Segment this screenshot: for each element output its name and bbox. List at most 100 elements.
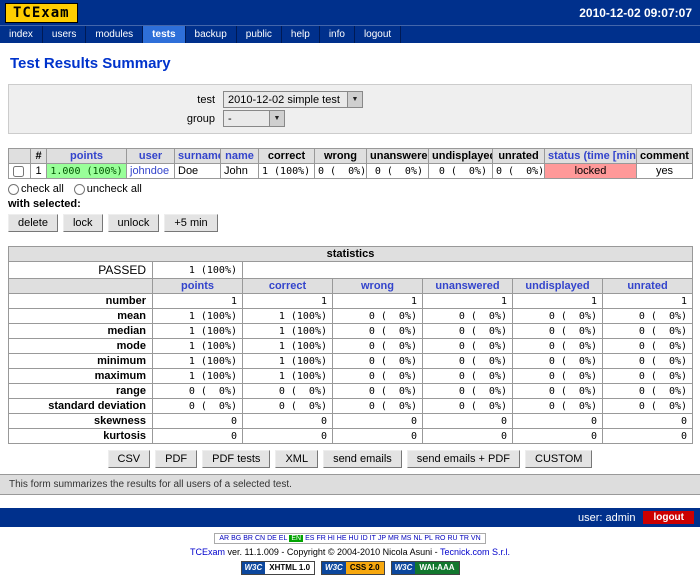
statistics-header-row: points correct wrong unanswered undispla… bbox=[9, 279, 693, 294]
column-header-surname[interactable]: surname bbox=[175, 149, 221, 164]
export-actions: CSV PDF PDF tests XML send emails send e… bbox=[8, 450, 692, 468]
result-surname-cell: Doe bbox=[175, 164, 221, 179]
column-header-undisplayed: undisplayed bbox=[429, 149, 493, 164]
tecnick-link[interactable]: Tecnick.com S.r.l. bbox=[440, 547, 510, 557]
results-header-row: # points user surname name correct wrong… bbox=[9, 149, 693, 164]
stat-value-cell: 1 (100%) bbox=[243, 339, 333, 354]
xml-button[interactable]: XML bbox=[275, 450, 318, 468]
send-emails-pdf-button[interactable]: send emails + PDF bbox=[407, 450, 520, 468]
nav-item-tests[interactable]: tests bbox=[143, 26, 185, 43]
stat-value-cell: 0 ( 0%) bbox=[333, 354, 423, 369]
language-link[interactable]: MR bbox=[388, 535, 399, 542]
stat-row: median 1 (100%) 1 (100%) 0 ( 0%) 0 ( 0%)… bbox=[9, 324, 693, 339]
custom-button[interactable]: CUSTOM bbox=[525, 450, 592, 468]
language-link[interactable]: IT bbox=[370, 535, 376, 542]
language-link[interactable]: CN bbox=[255, 535, 265, 542]
stat-value-cell: 0 ( 0%) bbox=[513, 384, 603, 399]
pdf-button[interactable]: PDF bbox=[155, 450, 197, 468]
nav-item-logout[interactable]: logout bbox=[355, 26, 401, 43]
tcexam-link[interactable]: TCExam bbox=[190, 547, 225, 557]
language-link[interactable]: MS bbox=[401, 535, 412, 542]
stat-value-cell: 0 ( 0%) bbox=[513, 369, 603, 384]
lock-button[interactable]: lock bbox=[63, 214, 103, 232]
page-footer: ARBGBRCNDEELENESFRHIHEHUIDITJPMRMSNLPLRO… bbox=[0, 527, 700, 579]
language-link[interactable]: EL bbox=[279, 535, 288, 542]
select-result-checkbox[interactable] bbox=[13, 166, 24, 177]
stat-row-label: mode bbox=[9, 339, 153, 354]
check-all-radio[interactable] bbox=[8, 184, 19, 195]
nav-item-backup[interactable]: backup bbox=[186, 26, 237, 43]
nav-item-users[interactable]: users bbox=[43, 26, 86, 43]
language-link[interactable]: HI bbox=[328, 535, 335, 542]
stat-row: skewness 0 0 0 0 0 0 bbox=[9, 414, 693, 429]
nav-item-modules[interactable]: modules bbox=[86, 26, 143, 43]
language-link[interactable]: AR bbox=[219, 535, 229, 542]
result-unrated-cell: 0 ( 0%) bbox=[493, 164, 545, 179]
stat-corner-cell bbox=[9, 279, 153, 294]
w3c-wai-badge[interactable]: W3CWAI-AAA bbox=[391, 561, 460, 575]
language-link[interactable]: JP bbox=[378, 535, 386, 542]
column-header-user[interactable]: user bbox=[127, 149, 175, 164]
nav-item-index[interactable]: index bbox=[0, 26, 43, 43]
language-link[interactable]: ID bbox=[361, 535, 368, 542]
column-header-correct: correct bbox=[259, 149, 315, 164]
stat-row-label: standard deviation bbox=[9, 399, 153, 414]
stat-row-label: minimum bbox=[9, 354, 153, 369]
send-emails-button[interactable]: send emails bbox=[323, 450, 402, 468]
chevron-down-icon: ▼ bbox=[347, 92, 362, 107]
stat-row: standard deviation 0 ( 0%) 0 ( 0%) 0 ( 0… bbox=[9, 399, 693, 414]
language-link[interactable]: TR bbox=[460, 535, 469, 542]
test-select[interactable]: 2010-12-02 simple test ▼ bbox=[223, 91, 363, 108]
language-link[interactable]: NL bbox=[413, 535, 422, 542]
tcexam-logo[interactable]: TCExam bbox=[5, 3, 78, 23]
test-select-value: 2010-12-02 simple test bbox=[224, 94, 347, 106]
check-controls: check all uncheck all bbox=[8, 183, 692, 195]
test-select-label: test bbox=[15, 94, 215, 106]
nav-item-info[interactable]: info bbox=[320, 26, 355, 43]
column-header-name[interactable]: name bbox=[221, 149, 259, 164]
language-link[interactable]: BR bbox=[243, 535, 253, 542]
language-link[interactable]: RO bbox=[435, 535, 446, 542]
w3c-logo: W3C bbox=[392, 562, 416, 574]
nav-item-help[interactable]: help bbox=[282, 26, 320, 43]
csv-button[interactable]: CSV bbox=[108, 450, 151, 468]
statistics-table: statistics PASSED 1 (100%) points correc… bbox=[8, 246, 693, 444]
language-link[interactable]: VN bbox=[471, 535, 481, 542]
uncheck-all-radio[interactable] bbox=[74, 184, 85, 195]
group-select[interactable]: - ▼ bbox=[223, 110, 285, 127]
language-link[interactable]: RU bbox=[447, 535, 457, 542]
stat-value-cell: 0 bbox=[243, 414, 333, 429]
uncheck-all-option[interactable]: uncheck all bbox=[74, 183, 142, 195]
column-header-comment: comment bbox=[637, 149, 693, 164]
nav-item-public[interactable]: public bbox=[237, 26, 282, 43]
stat-value-cell: 0 ( 0%) bbox=[603, 369, 693, 384]
language-link[interactable]: HU bbox=[349, 535, 359, 542]
language-link[interactable]: ES bbox=[305, 535, 314, 542]
select-column-header bbox=[9, 149, 31, 164]
language-link[interactable]: HE bbox=[337, 535, 347, 542]
stat-value-cell: 0 ( 0%) bbox=[333, 339, 423, 354]
w3c-xhtml-badge[interactable]: W3CXHTML 1.0 bbox=[241, 561, 316, 575]
w3c-css-badge[interactable]: W3CCSS 2.0 bbox=[321, 561, 385, 575]
column-header-unanswered: unanswered bbox=[367, 149, 429, 164]
language-link[interactable]: FR bbox=[316, 535, 325, 542]
column-header-status[interactable]: status (time [min]) bbox=[545, 149, 637, 164]
result-user-link[interactable]: johndoe bbox=[127, 164, 175, 179]
pdf-tests-button[interactable]: PDF tests bbox=[202, 450, 270, 468]
stat-value-cell: 0 ( 0%) bbox=[153, 399, 243, 414]
logout-button[interactable]: logout bbox=[643, 511, 694, 524]
language-link-current[interactable]: EN bbox=[289, 535, 303, 542]
add-5-min-button[interactable]: +5 min bbox=[164, 214, 217, 232]
language-link[interactable]: BG bbox=[231, 535, 241, 542]
stat-value-cell: 1 bbox=[603, 294, 693, 309]
stat-value-cell: 0 ( 0%) bbox=[513, 399, 603, 414]
unlock-button[interactable]: unlock bbox=[108, 214, 160, 232]
delete-button[interactable]: delete bbox=[8, 214, 58, 232]
stat-column-wrong: wrong bbox=[333, 279, 423, 294]
column-header-points[interactable]: points bbox=[47, 149, 127, 164]
stat-value-cell: 0 ( 0%) bbox=[603, 309, 693, 324]
check-all-option[interactable]: check all bbox=[8, 183, 64, 195]
language-link[interactable]: DE bbox=[267, 535, 277, 542]
result-row: 1 1.000 (100%) johndoe Doe John 1 (100%)… bbox=[9, 164, 693, 179]
language-link[interactable]: PL bbox=[424, 535, 433, 542]
